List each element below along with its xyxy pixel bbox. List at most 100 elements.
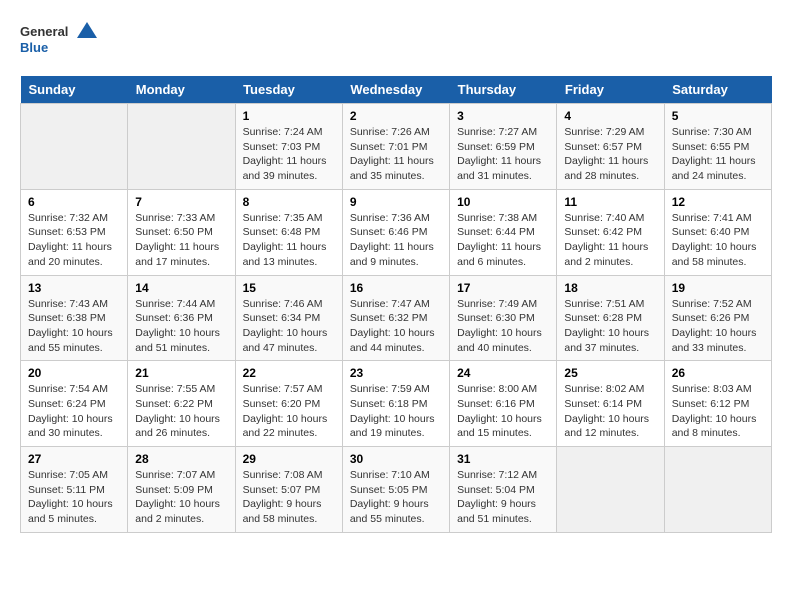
day-info: Sunrise: 7:38 AMSunset: 6:44 PMDaylight:…: [457, 211, 549, 270]
day-number: 27: [28, 452, 120, 466]
day-info: Sunrise: 7:29 AMSunset: 6:57 PMDaylight:…: [564, 125, 656, 184]
day-info: Sunrise: 7:55 AMSunset: 6:22 PMDaylight:…: [135, 382, 227, 441]
day-number: 16: [350, 281, 442, 295]
day-number: 11: [564, 195, 656, 209]
day-info: Sunrise: 7:07 AMSunset: 5:09 PMDaylight:…: [135, 468, 227, 527]
day-number: 24: [457, 366, 549, 380]
calendar-cell: 22 Sunrise: 7:57 AMSunset: 6:20 PMDayligh…: [235, 361, 342, 447]
calendar-cell: 5 Sunrise: 7:30 AMSunset: 6:55 PMDaylight…: [664, 104, 771, 190]
calendar-cell: 7Sunrise: 7:33 AMSunset: 6:50 PMDaylight…: [128, 189, 235, 275]
calendar-cell: 24 Sunrise: 8:00 AMSunset: 6:16 PMDayligh…: [450, 361, 557, 447]
day-info: Sunrise: 7:08 AMSunset: 5:07 PMDaylight:…: [243, 468, 335, 527]
day-number: 2: [350, 109, 442, 123]
weekday-header-thursday: Thursday: [450, 76, 557, 104]
weekday-header-row: SundayMondayTuesdayWednesdayThursdayFrid…: [21, 76, 772, 104]
day-number: 31: [457, 452, 549, 466]
day-number: 25: [564, 366, 656, 380]
day-info: Sunrise: 7:57 AMSunset: 6:20 PMDaylight:…: [243, 382, 335, 441]
calendar-cell: 16 Sunrise: 7:47 AMSunset: 6:32 PMDayligh…: [342, 275, 449, 361]
day-number: 22: [243, 366, 335, 380]
day-number: 20: [28, 366, 120, 380]
calendar-week-row: 1 Sunrise: 7:24 AMSunset: 7:03 PMDaylight…: [21, 104, 772, 190]
day-number: 26: [672, 366, 764, 380]
calendar-body: 1 Sunrise: 7:24 AMSunset: 7:03 PMDaylight…: [21, 104, 772, 533]
calendar-cell: [21, 104, 128, 190]
day-info: Sunrise: 7:30 AMSunset: 6:55 PMDaylight:…: [672, 125, 764, 184]
weekday-header-saturday: Saturday: [664, 76, 771, 104]
calendar-cell: 4 Sunrise: 7:29 AMSunset: 6:57 PMDaylight…: [557, 104, 664, 190]
calendar-cell: [664, 447, 771, 533]
day-number: 10: [457, 195, 549, 209]
day-info: Sunrise: 7:10 AMSunset: 5:05 PMDaylight:…: [350, 468, 442, 527]
day-info: Sunrise: 7:12 AMSunset: 5:04 PMDaylight:…: [457, 468, 549, 527]
svg-text:Blue: Blue: [20, 40, 48, 55]
day-number: 4: [564, 109, 656, 123]
day-info: Sunrise: 7:36 AMSunset: 6:46 PMDaylight:…: [350, 211, 442, 270]
day-number: 7: [135, 195, 227, 209]
calendar-cell: 23Sunrise: 7:59 AMSunset: 6:18 PMDayligh…: [342, 361, 449, 447]
day-number: 29: [243, 452, 335, 466]
day-info: Sunrise: 7:59 AMSunset: 6:18 PMDaylight:…: [350, 382, 442, 441]
weekday-header-friday: Friday: [557, 76, 664, 104]
day-number: 3: [457, 109, 549, 123]
calendar-week-row: 27Sunrise: 7:05 AMSunset: 5:11 PMDayligh…: [21, 447, 772, 533]
weekday-header-tuesday: Tuesday: [235, 76, 342, 104]
day-number: 14: [135, 281, 227, 295]
calendar-cell: 1 Sunrise: 7:24 AMSunset: 7:03 PMDaylight…: [235, 104, 342, 190]
day-number: 21: [135, 366, 227, 380]
calendar-cell: 31 Sunrise: 7:12 AMSunset: 5:04 PMDayligh…: [450, 447, 557, 533]
day-info: Sunrise: 7:46 AMSunset: 6:34 PMDaylight:…: [243, 297, 335, 356]
calendar-cell: 14 Sunrise: 7:44 AMSunset: 6:36 PMDayligh…: [128, 275, 235, 361]
page-header: General Blue: [20, 20, 772, 60]
calendar-cell: 2 Sunrise: 7:26 AMSunset: 7:01 PMDaylight…: [342, 104, 449, 190]
calendar-cell: 8Sunrise: 7:35 AMSunset: 6:48 PMDaylight…: [235, 189, 342, 275]
calendar-header: SundayMondayTuesdayWednesdayThursdayFrid…: [21, 76, 772, 104]
weekday-header-sunday: Sunday: [21, 76, 128, 104]
calendar-cell: 20 Sunrise: 7:54 AMSunset: 6:24 PMDayligh…: [21, 361, 128, 447]
day-info: Sunrise: 7:49 AMSunset: 6:30 PMDaylight:…: [457, 297, 549, 356]
calendar-week-row: 20 Sunrise: 7:54 AMSunset: 6:24 PMDayligh…: [21, 361, 772, 447]
day-info: Sunrise: 7:41 AMSunset: 6:40 PMDaylight:…: [672, 211, 764, 270]
day-info: Sunrise: 7:27 AMSunset: 6:59 PMDaylight:…: [457, 125, 549, 184]
weekday-header-wednesday: Wednesday: [342, 76, 449, 104]
day-number: 15: [243, 281, 335, 295]
calendar-week-row: 6Sunrise: 7:32 AMSunset: 6:53 PMDaylight…: [21, 189, 772, 275]
calendar-table: SundayMondayTuesdayWednesdayThursdayFrid…: [20, 76, 772, 533]
calendar-cell: 25 Sunrise: 8:02 AMSunset: 6:14 PMDayligh…: [557, 361, 664, 447]
calendar-cell: 12 Sunrise: 7:41 AMSunset: 6:40 PMDayligh…: [664, 189, 771, 275]
day-number: 30: [350, 452, 442, 466]
day-info: Sunrise: 8:00 AMSunset: 6:16 PMDaylight:…: [457, 382, 549, 441]
day-number: 12: [672, 195, 764, 209]
day-info: Sunrise: 7:24 AMSunset: 7:03 PMDaylight:…: [243, 125, 335, 184]
calendar-cell: 3 Sunrise: 7:27 AMSunset: 6:59 PMDaylight…: [450, 104, 557, 190]
day-info: Sunrise: 8:03 AMSunset: 6:12 PMDaylight:…: [672, 382, 764, 441]
day-number: 5: [672, 109, 764, 123]
calendar-cell: [557, 447, 664, 533]
calendar-cell: 29 Sunrise: 7:08 AMSunset: 5:07 PMDayligh…: [235, 447, 342, 533]
day-number: 13: [28, 281, 120, 295]
logo: General Blue: [20, 20, 100, 60]
day-info: Sunrise: 7:47 AMSunset: 6:32 PMDaylight:…: [350, 297, 442, 356]
day-info: Sunrise: 7:44 AMSunset: 6:36 PMDaylight:…: [135, 297, 227, 356]
day-number: 18: [564, 281, 656, 295]
calendar-cell: [128, 104, 235, 190]
day-info: Sunrise: 8:02 AMSunset: 6:14 PMDaylight:…: [564, 382, 656, 441]
calendar-cell: 15 Sunrise: 7:46 AMSunset: 6:34 PMDayligh…: [235, 275, 342, 361]
calendar-cell: 26 Sunrise: 8:03 AMSunset: 6:12 PMDayligh…: [664, 361, 771, 447]
day-info: Sunrise: 7:26 AMSunset: 7:01 PMDaylight:…: [350, 125, 442, 184]
calendar-cell: 18Sunrise: 7:51 AMSunset: 6:28 PMDayligh…: [557, 275, 664, 361]
calendar-cell: 17 Sunrise: 7:49 AMSunset: 6:30 PMDayligh…: [450, 275, 557, 361]
calendar-cell: 10 Sunrise: 7:38 AMSunset: 6:44 PMDayligh…: [450, 189, 557, 275]
day-info: Sunrise: 7:40 AMSunset: 6:42 PMDaylight:…: [564, 211, 656, 270]
calendar-cell: 28Sunrise: 7:07 AMSunset: 5:09 PMDayligh…: [128, 447, 235, 533]
day-number: 19: [672, 281, 764, 295]
day-number: 1: [243, 109, 335, 123]
day-info: Sunrise: 7:32 AMSunset: 6:53 PMDaylight:…: [28, 211, 120, 270]
calendar-cell: 30 Sunrise: 7:10 AMSunset: 5:05 PMDayligh…: [342, 447, 449, 533]
day-number: 17: [457, 281, 549, 295]
day-info: Sunrise: 7:54 AMSunset: 6:24 PMDaylight:…: [28, 382, 120, 441]
calendar-cell: 19Sunrise: 7:52 AMSunset: 6:26 PMDayligh…: [664, 275, 771, 361]
day-number: 8: [243, 195, 335, 209]
calendar-cell: 11 Sunrise: 7:40 AMSunset: 6:42 PMDayligh…: [557, 189, 664, 275]
svg-text:General: General: [20, 24, 68, 39]
